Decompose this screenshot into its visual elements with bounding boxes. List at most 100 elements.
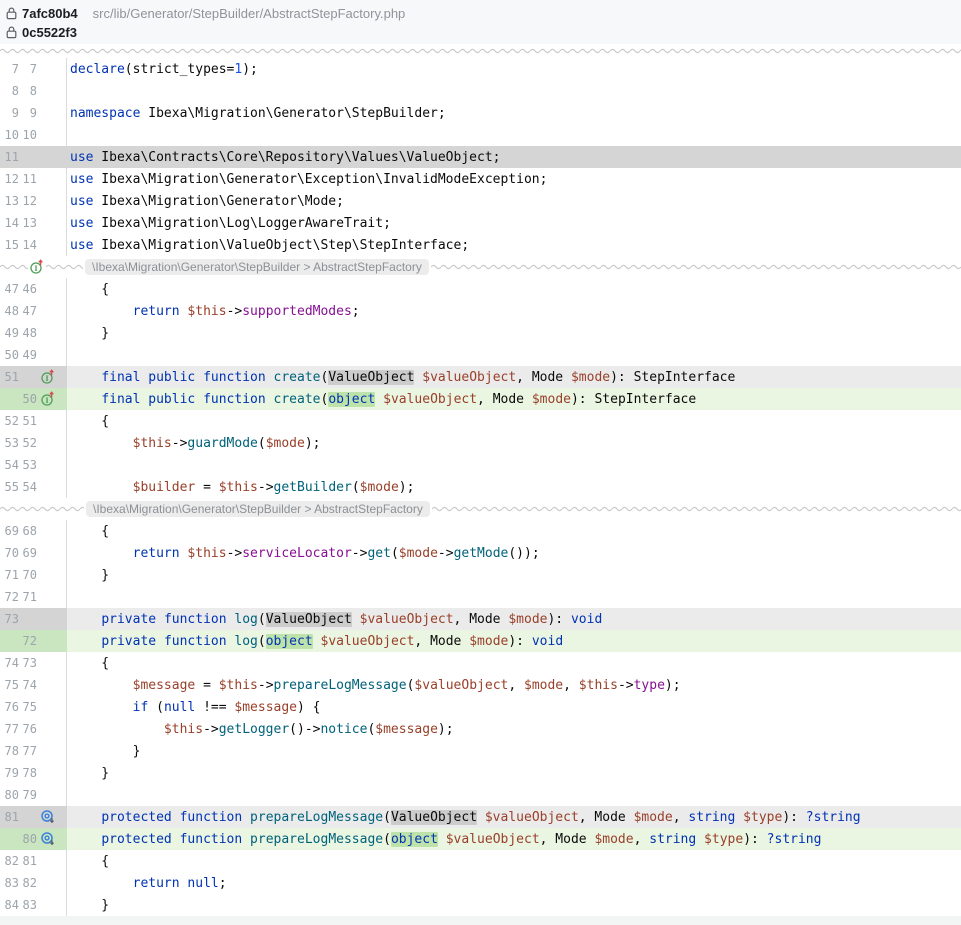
code-token: , Mode (414, 634, 469, 649)
code-line[interactable] (67, 124, 961, 146)
code-line[interactable] (67, 344, 961, 366)
code-line[interactable]: return null; (67, 872, 961, 894)
code-token: ); (305, 436, 321, 451)
code-line[interactable]: namespace Ibexa\Migration\Generator\Step… (67, 102, 961, 124)
code-token: $mode (266, 436, 305, 451)
code-token: ( (258, 612, 266, 627)
gutter-icon-slot (40, 194, 57, 209)
code-line[interactable]: final public function create(ValueObject… (67, 366, 961, 388)
code-token (172, 810, 180, 825)
code-line[interactable]: protected function prepareLogMessage(obj… (67, 828, 961, 850)
code-token (242, 810, 250, 825)
code-line[interactable]: use Ibexa\Migration\Log\LoggerAwareTrait… (67, 212, 961, 234)
code-token: ( (321, 392, 329, 407)
code-line[interactable]: $this->guardMode($mode); (67, 432, 961, 454)
gutter-icon-slot (40, 436, 57, 451)
line-number-old: 83 (0, 876, 19, 890)
code-token: $message (234, 700, 297, 715)
code-token: private (101, 612, 156, 627)
line-number-old: 10 (0, 128, 19, 142)
code-token: $this (164, 722, 203, 737)
code-token (70, 876, 133, 891)
gutter-icon-slot (40, 326, 57, 341)
code-line[interactable]: return $this->supportedModes; (67, 300, 961, 322)
code-line[interactable]: } (67, 762, 961, 784)
code-token: ()); (508, 546, 539, 561)
code-token (477, 810, 485, 825)
overridden-icon[interactable] (40, 810, 57, 825)
wavy-divider (432, 505, 961, 513)
code-token: log (234, 612, 257, 627)
implements-icon[interactable]: I (40, 392, 57, 407)
code-line[interactable]: } (67, 564, 961, 586)
code-line[interactable]: use Ibexa\Migration\Generator\Exception\… (67, 168, 961, 190)
code-line[interactable]: use Ibexa\Migration\Generator\Mode; (67, 190, 961, 212)
line-number-new: 83 (21, 898, 37, 912)
wavy-divider (431, 263, 961, 271)
line-number-old: 71 (0, 568, 19, 582)
code-line[interactable]: declare(strict_types=1); (67, 58, 961, 80)
line-number-new: 7 (21, 62, 37, 76)
code-token: log (234, 634, 257, 649)
code-row: 80 protected function prepareLogMessage(… (0, 828, 961, 850)
code-line[interactable]: } (67, 894, 961, 916)
code-row: 4746 { (0, 278, 961, 300)
code-line[interactable] (67, 454, 961, 476)
code-line[interactable]: protected function prepareLogMessage(Val… (67, 806, 961, 828)
code-line[interactable]: use Ibexa\Contracts\Core\Repository\Valu… (67, 146, 961, 168)
code-row: 7574 $message = $this->prepareLogMessage… (0, 674, 961, 696)
code-line[interactable]: $message = $this->prepareLogMessage($val… (67, 674, 961, 696)
code-line[interactable] (67, 784, 961, 806)
gutter: 7170 (0, 564, 67, 586)
code-token: , (563, 678, 579, 693)
code-line[interactable]: } (67, 322, 961, 344)
line-number-new: 79 (21, 788, 37, 802)
line-number-new: 47 (21, 304, 37, 318)
code-token: ?string (767, 832, 822, 847)
collapsed-region-label[interactable]: \Ibexa\Migration\Generator\StepBuilder >… (85, 259, 429, 275)
code-row: 72 private function log(object $valueObj… (0, 630, 961, 652)
code-token: -> (258, 480, 274, 495)
code-token: getBuilder (274, 480, 352, 495)
code-line[interactable]: return $this->serviceLocator->get($mode-… (67, 542, 961, 564)
collapsed-region-label[interactable]: \Ibexa\Migration\Generator\StepBuilder >… (86, 501, 430, 517)
code-row: 77declare(strict_types=1); (0, 58, 961, 80)
code-token: ): (782, 810, 805, 825)
code-line[interactable]: final public function create(object $val… (67, 388, 961, 410)
code-token: type (634, 678, 665, 693)
code-line[interactable]: { (67, 652, 961, 674)
code-line[interactable]: $builder = $this->getBuilder($mode); (67, 476, 961, 498)
code-line[interactable]: private function log(ValueObject $valueO… (67, 608, 961, 630)
implements-icon[interactable]: I (40, 370, 57, 385)
code-token: function (164, 612, 227, 627)
code-line[interactable]: if (null !== $message) { (67, 696, 961, 718)
code-line[interactable] (67, 80, 961, 102)
code-line[interactable]: { (67, 520, 961, 542)
code-line[interactable]: { (67, 850, 961, 872)
code-token: ): (547, 612, 570, 627)
code-row: 7473 { (0, 652, 961, 674)
code-line[interactable]: } (67, 740, 961, 762)
gutter: 80 (0, 828, 67, 850)
code-line[interactable]: { (67, 410, 961, 432)
code-token: $this (579, 678, 618, 693)
code-line[interactable]: $this->getLogger()->notice($message); (67, 718, 961, 740)
gutter: 1010 (0, 124, 67, 146)
code-token: $this (133, 436, 172, 451)
gutter-icon-slot (40, 766, 57, 781)
code-token: null (187, 876, 218, 891)
overridden-icon[interactable] (40, 832, 57, 847)
gutter-icon-slot (40, 700, 57, 715)
code-line[interactable]: use Ibexa\Migration\ValueObject\Step\Ste… (67, 234, 961, 256)
implements-icon[interactable]: I (29, 259, 45, 275)
line-number-old: 12 (0, 172, 19, 186)
code-line[interactable] (67, 586, 961, 608)
code-line[interactable]: private function log(object $valueObject… (67, 630, 961, 652)
gutter: 72 (0, 630, 67, 652)
code-token: void (571, 612, 602, 627)
line-number-old: 52 (0, 414, 19, 428)
code-line[interactable]: { (67, 278, 961, 300)
code-token: ): (508, 634, 531, 649)
code-token (70, 678, 133, 693)
gutter-icon-slot (40, 634, 57, 649)
